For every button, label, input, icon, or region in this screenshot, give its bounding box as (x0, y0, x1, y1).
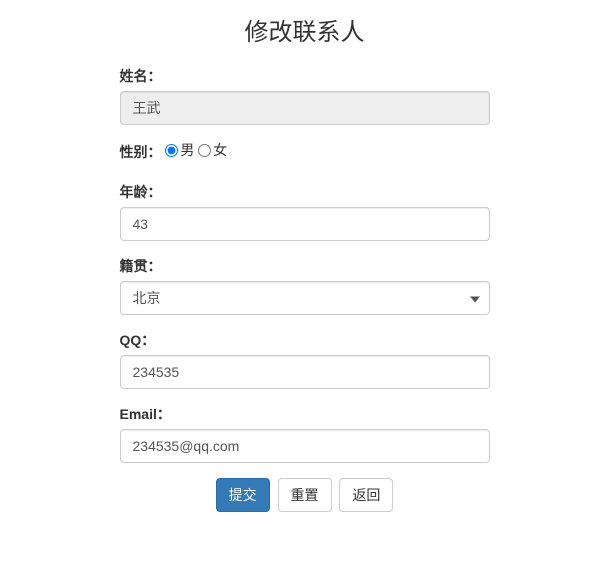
gender-female-radio[interactable] (198, 144, 211, 157)
gender-female-text: 女 (213, 140, 227, 160)
edit-contact-form: 姓名： 性别： 男 女 年龄： 籍贯： 北京 (120, 66, 490, 512)
age-input[interactable] (120, 207, 490, 241)
form-actions: 提交 重置 返回 (120, 478, 490, 512)
age-label: 年龄： (120, 182, 162, 202)
province-select[interactable]: 北京 (120, 281, 490, 315)
gender-group: 性别： 男 女 (120, 140, 490, 167)
name-input[interactable] (120, 91, 490, 125)
email-label: Email： (120, 404, 171, 424)
qq-input[interactable] (120, 355, 490, 389)
reset-button[interactable]: 重置 (278, 478, 332, 512)
qq-group: QQ： (120, 330, 490, 389)
gender-female-option[interactable]: 女 (198, 140, 227, 160)
province-label: 籍贯： (120, 256, 162, 276)
email-input[interactable] (120, 429, 490, 463)
email-group: Email： (120, 404, 490, 463)
age-group: 年龄： (120, 182, 490, 241)
submit-button[interactable]: 提交 (216, 478, 270, 512)
name-group: 姓名： (120, 66, 490, 125)
gender-male-option[interactable]: 男 (165, 140, 194, 160)
page-title: 修改联系人 (120, 20, 490, 46)
back-button[interactable]: 返回 (339, 478, 393, 512)
gender-male-text: 男 (180, 140, 194, 160)
gender-male-radio[interactable] (165, 144, 178, 157)
name-label: 姓名： (120, 66, 162, 86)
gender-label: 性别： (120, 142, 162, 162)
qq-label: QQ： (120, 330, 156, 350)
form-container: 修改联系人 姓名： 性别： 男 女 年龄： 籍贯： (120, 0, 490, 547)
province-group: 籍贯： 北京 (120, 256, 490, 315)
